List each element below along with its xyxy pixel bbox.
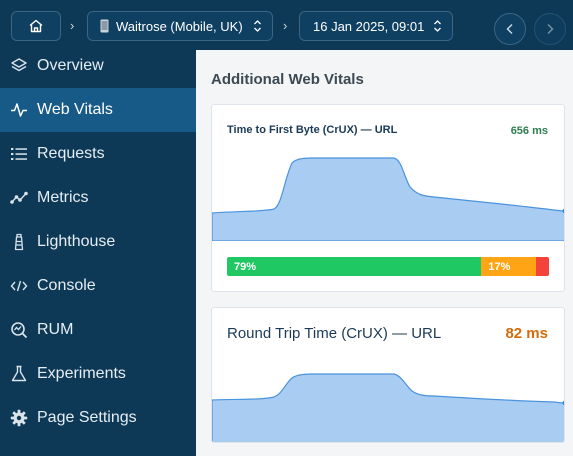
lighthouse-icon <box>10 233 28 251</box>
breadcrumb-separator-icon: › <box>283 18 288 33</box>
distribution-needs-improvement-segment: 17% <box>481 257 537 276</box>
ttfb-histogram-area <box>212 157 564 241</box>
updown-chevron-icon <box>433 19 442 33</box>
date-selector[interactable]: 16 Jan 2025, 09:01 <box>299 11 453 41</box>
sidebar-item-label: Experiments <box>37 365 126 382</box>
metric-value: 656 ms <box>510 125 548 137</box>
sidebar-item-page-settings[interactable]: Page Settings <box>0 396 196 440</box>
chevron-left-icon <box>505 23 515 35</box>
sidebar-item-label: Overview <box>37 57 104 74</box>
top-bar: › Waitrose (Mobile, UK) › 16 Jan 2025, 0… <box>0 0 573 50</box>
sidebar-item-rum[interactable]: RUM <box>0 308 196 352</box>
main-content: Additional Web Vitals Time to First Byte… <box>196 50 573 456</box>
rum-icon <box>10 321 28 339</box>
flask-icon <box>10 365 28 383</box>
sidebar-item-lighthouse[interactable]: Lighthouse <box>0 220 196 264</box>
ttfb-distribution-bar: 79% 17% <box>227 257 549 276</box>
next-test-button[interactable] <box>534 13 566 45</box>
site-selector[interactable]: Waitrose (Mobile, UK) <box>87 11 273 41</box>
sidebar-item-metrics[interactable]: Metrics <box>0 176 196 220</box>
date-selector-label: 16 Jan 2025, 09:01 <box>313 18 425 34</box>
chart-icon <box>10 189 28 207</box>
section-title: Additional Web Vitals <box>211 71 364 88</box>
sidebar-item-console[interactable]: Console <box>0 264 196 308</box>
sidebar-item-requests[interactable]: Requests <box>0 132 196 176</box>
rtt-histogram-chart <box>212 373 564 442</box>
sidebar-item-label: Lighthouse <box>37 233 116 250</box>
sidebar: Overview Web Vitals Requests Metrics Lig… <box>0 50 196 456</box>
sidebar-item-label: Web Vitals <box>37 101 113 118</box>
rtt-histogram-area <box>212 373 564 442</box>
home-button[interactable] <box>11 11 61 41</box>
updown-chevron-icon <box>253 19 262 33</box>
previous-test-button[interactable] <box>494 13 526 45</box>
layers-icon <box>10 57 28 75</box>
ttfb-histogram-chart <box>212 157 564 241</box>
metric-value: 82 ms <box>505 325 548 342</box>
rtt-card[interactable]: Round Trip Time (CrUX) — URL 82 ms <box>211 307 565 443</box>
sidebar-item-label: Requests <box>37 145 105 162</box>
sidebar-item-label: Page Settings <box>37 409 137 426</box>
list-icon <box>10 145 28 163</box>
code-icon <box>10 277 28 295</box>
sidebar-item-overview[interactable]: Overview <box>0 44 196 88</box>
sidebar-item-web-vitals[interactable]: Web Vitals <box>0 88 196 132</box>
card-title: Round Trip Time (CrUX) — URL <box>227 325 442 342</box>
sidebar-item-label: RUM <box>37 321 74 338</box>
breadcrumb-separator-icon: › <box>70 18 75 33</box>
sidebar-item-label: Console <box>37 277 96 294</box>
distribution-good-segment: 79% <box>227 257 482 276</box>
site-selector-label: Waitrose (Mobile, UK) <box>116 18 243 34</box>
home-icon <box>28 18 44 34</box>
card-title: Time to First Byte (CrUX) — URL <box>227 124 398 136</box>
sidebar-item-label: Metrics <box>37 189 89 206</box>
ttfb-card[interactable]: Time to First Byte (CrUX) — URL 656 ms 7… <box>211 104 565 292</box>
pulse-icon <box>10 101 28 119</box>
sidebar-item-experiments[interactable]: Experiments <box>0 352 196 396</box>
gear-icon <box>10 409 28 427</box>
mobile-device-icon <box>100 19 109 33</box>
distribution-poor-segment <box>536 257 549 276</box>
chevron-right-icon <box>545 23 555 35</box>
